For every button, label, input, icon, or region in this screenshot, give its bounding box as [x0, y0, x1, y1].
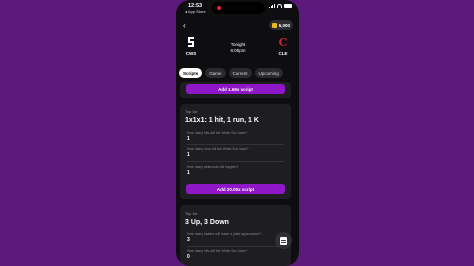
betslip-button[interactable] — [275, 232, 292, 249]
divider — [187, 144, 284, 145]
script-title: 3 Up, 3 Down — [185, 219, 229, 226]
battery-icon — [284, 4, 292, 8]
wifi-icon — [277, 4, 282, 8]
back-to-app-store-link[interactable]: ◂ App Store — [185, 9, 206, 14]
script-title: 1x1x1: 1 hit, 1 run, 1 K — [185, 117, 259, 124]
back-button[interactable]: ‹ — [183, 21, 186, 30]
question-text: How many batters will make a plate appea… — [187, 232, 262, 236]
away-team-abbr: CWS — [185, 51, 197, 56]
signal-icon — [269, 4, 275, 8]
phone-screen: 12:53 ◂ App Store ‹ 5,000 CWS Tonight 6:… — [176, 0, 299, 266]
question-text: How many runs will the White Sox have? — [187, 147, 249, 151]
tab-scripts[interactable]: Scripts — [179, 68, 203, 78]
answer-value[interactable]: 1 — [187, 136, 190, 142]
tab-current[interactable]: Current — [228, 68, 252, 78]
coin-amount: 5,000 — [278, 22, 290, 28]
game-time: Tonight 6:05pm — [222, 42, 254, 54]
betslip-icon — [280, 236, 287, 245]
inning-tag: Top 1st — [185, 110, 198, 114]
question-text: How many hits will the White Sox have? — [187, 249, 248, 253]
guardians-logo-icon: C — [278, 35, 288, 49]
game-start-time: 6:05pm — [230, 48, 246, 53]
question-text: How many strikeouts will happen? — [187, 165, 239, 169]
dynamic-island — [212, 2, 265, 14]
system-icons — [269, 4, 292, 8]
divider — [187, 161, 284, 162]
home-team: C CLE — [277, 35, 289, 57]
tab-game[interactable]: Game — [205, 68, 226, 78]
answer-value[interactable]: 1 — [187, 170, 190, 176]
answer-value[interactable]: 1 — [187, 152, 190, 158]
coin-icon — [271, 22, 277, 28]
coin-balance[interactable]: 5,000 — [268, 20, 293, 30]
white-sox-logo-icon — [185, 36, 197, 48]
script-card: Add 1.69x script — [180, 82, 291, 98]
script-card: Top 1st 1x1x1: 1 hit, 1 run, 1 K How man… — [180, 104, 291, 199]
away-team: CWS — [185, 36, 197, 56]
status-bar: 12:53 ◂ App Store — [176, 0, 299, 16]
tab-upcoming[interactable]: Upcoming — [254, 68, 283, 78]
tab-bar: Scripts Game Current Upcoming — [179, 68, 283, 78]
add-script-button[interactable]: Add 1.69x script — [186, 84, 285, 94]
recording-icon — [217, 6, 221, 10]
answer-value[interactable]: 3 — [187, 237, 190, 243]
script-card: Top 1st 3 Up, 3 Down How many batters wi… — [180, 205, 291, 266]
answer-value[interactable]: 0 — [187, 254, 190, 260]
add-script-button[interactable]: Add 20.00x script — [186, 184, 285, 194]
question-text: How many hits will the White Sox have? — [187, 131, 248, 135]
inning-tag: Top 1st — [185, 212, 198, 216]
home-team-abbr: CLE — [278, 51, 288, 56]
divider — [187, 246, 284, 247]
